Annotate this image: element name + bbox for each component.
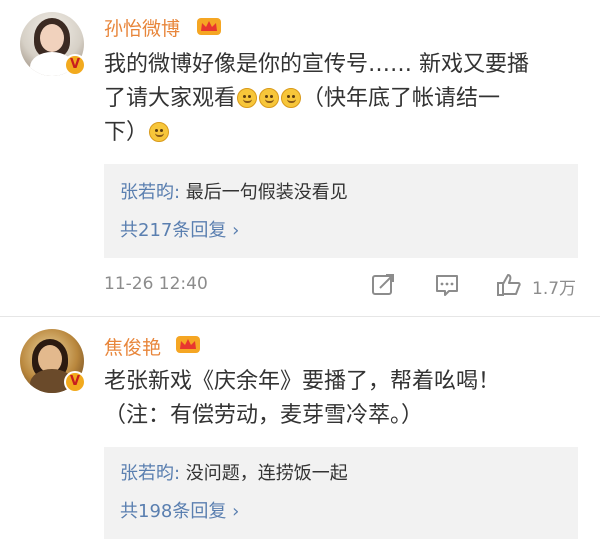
comment-meta: 11-26 12:40 1.7万 — [104, 270, 584, 300]
like-count: 1.7万 — [532, 279, 577, 299]
comment-text-line: 老张新戏《庆余年》要播了，帮着吆喝！ — [104, 369, 501, 394]
username[interactable]: 孙怡微博 — [104, 14, 180, 41]
smile-emoji-icon — [149, 122, 170, 142]
comment-icon[interactable] — [434, 272, 460, 298]
reply-line: 张若昀: 最后一句假装没看见 — [120, 178, 348, 204]
reply-line: 张若昀: 没问题，连捞饭一起 — [120, 459, 348, 485]
verified-v-icon: V — [64, 371, 86, 393]
comment-item: V 焦俊艳 老张新戏《庆余年》要播了，帮着吆喝！ （注：有偿劳动，麦芽雪冷萃。）… — [0, 317, 600, 543]
reply-preview[interactable]: 张若昀: 没问题，连捞饭一起 共198条回复 › — [104, 447, 578, 539]
comment-text-line: （注：有偿劳动，麦芽雪冷萃。） — [104, 403, 424, 428]
smile-emoji-icon — [237, 88, 258, 108]
crown-icon — [197, 18, 221, 35]
comment-text-line: 了请大家观看 （快年底了帐请结一 — [104, 82, 500, 116]
comment-item: V 孙怡微博 我的微博好像是你的宣传号…… 新戏又要播 了请大家观看 （快年底了帐… — [0, 0, 600, 316]
username[interactable]: 焦俊艳 — [104, 333, 161, 360]
reply-text: 没问题，连捞饭一起 — [180, 463, 348, 484]
comment-text-fragment: 了请大家观看 — [104, 86, 237, 111]
verified-v-icon: V — [64, 54, 86, 76]
comment-text-line: 下） — [104, 116, 170, 150]
reply-text: 最后一句假装没看见 — [180, 182, 348, 203]
reply-preview[interactable]: 张若昀: 最后一句假装没看见 共217条回复 › — [104, 164, 578, 258]
reply-author[interactable]: 张若昀: — [120, 463, 180, 484]
timestamp: 11-26 12:40 — [104, 274, 208, 294]
smile-emoji-icon — [259, 88, 280, 108]
comment-text-fragment: （快年底了帐请结一 — [302, 86, 501, 111]
like-icon[interactable] — [496, 272, 522, 298]
crown-icon — [176, 336, 200, 353]
comment-text-fragment: 下） — [104, 120, 149, 145]
smile-emoji-icon — [281, 88, 302, 108]
reply-count-link[interactable]: 共198条回复 › — [120, 497, 239, 523]
reply-count-link[interactable]: 共217条回复 › — [120, 216, 239, 242]
comment-text-line: 我的微博好像是你的宣传号…… 新戏又要播 — [104, 52, 529, 77]
repost-icon[interactable] — [370, 272, 396, 298]
reply-author[interactable]: 张若昀: — [120, 182, 180, 203]
